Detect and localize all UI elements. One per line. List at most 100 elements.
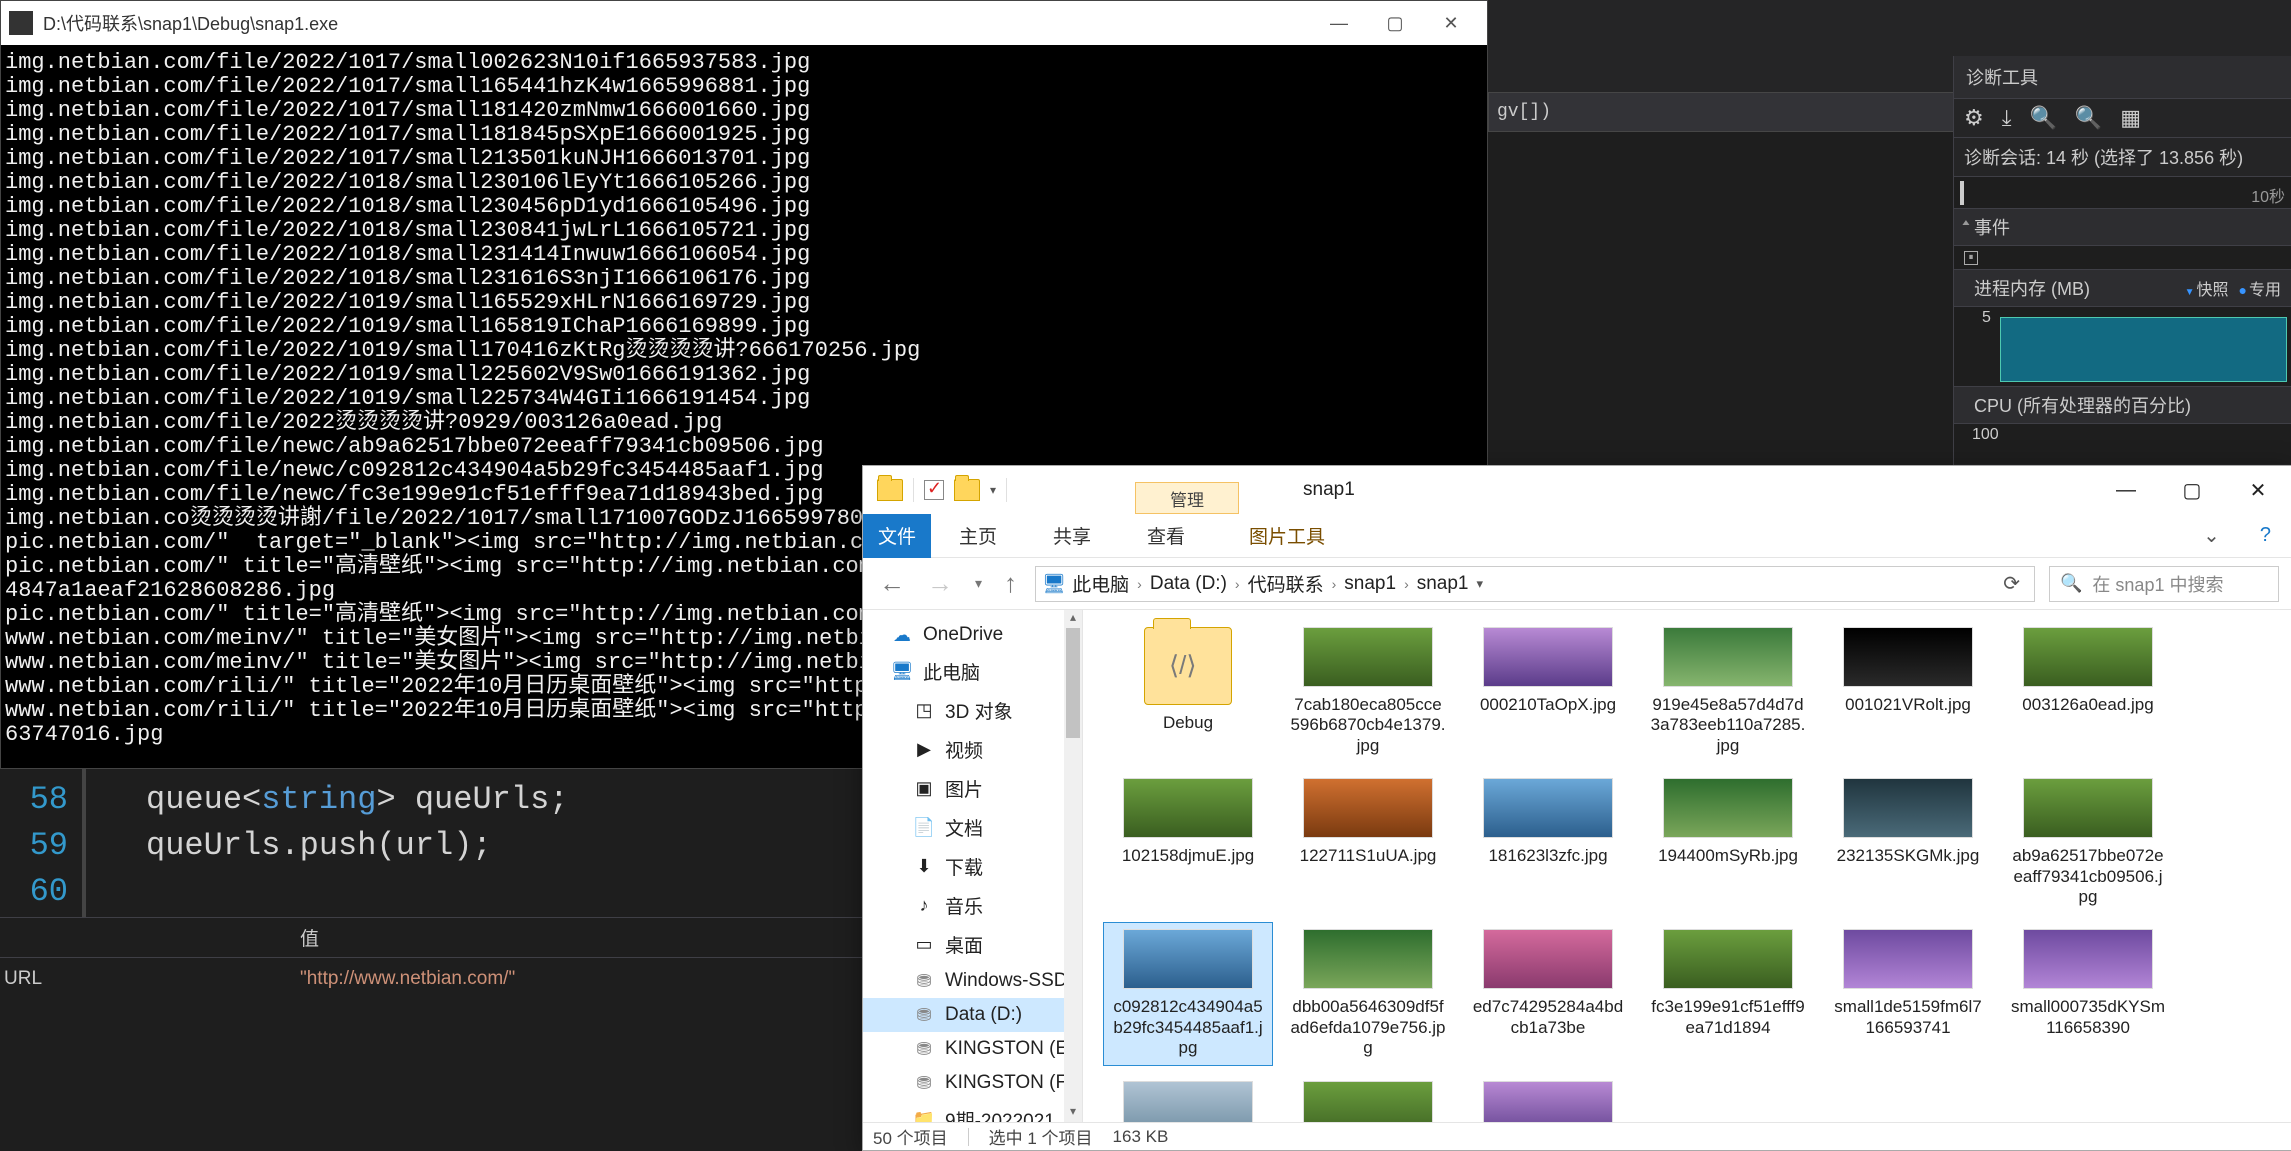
- breadcrumb[interactable]: 🖥 此电脑›Data (D:)›代码联系›snap1›snap1▾⟳: [1035, 566, 2035, 602]
- folder-icon[interactable]: [954, 479, 980, 501]
- file-item[interactable]: small000735dKYSm116658390: [2003, 922, 2173, 1065]
- zoomout-icon[interactable]: 🔍: [2075, 105, 2102, 131]
- search-input[interactable]: 🔍 在 snap1 中搜索: [2049, 566, 2279, 602]
- forward-button[interactable]: →: [923, 568, 957, 599]
- tree-label: 图片: [945, 775, 983, 802]
- file-item[interactable]: 194400mSyRb.jpg: [1643, 771, 1813, 914]
- breadcrumb-segment[interactable]: 代码联系: [1248, 570, 1324, 597]
- file-view[interactable]: Debug 7cab180eca805cce596b6870cb4e1379.jp…: [1083, 610, 2291, 1122]
- thumbnail: [1303, 929, 1433, 989]
- console-titlebar[interactable]: D:\代码联系\snap1\Debug\snap1.exe — ▢ ✕: [1, 1, 1487, 45]
- ribbon-expand-icon[interactable]: ⌄: [2183, 523, 2240, 548]
- thumbnail: [1483, 627, 1613, 687]
- view-tab[interactable]: 查看: [1119, 514, 1213, 558]
- diag-toolbar[interactable]: ⚙ ⤓ 🔍 🔍 ▦: [1954, 99, 2291, 138]
- diag-cpu-graph[interactable]: 100: [1954, 424, 2291, 464]
- file-item[interactable]: dbb00a5646309df5fad6efda1079e756.jpg: [1283, 922, 1453, 1065]
- breadcrumb-segment[interactable]: Data (D:): [1150, 573, 1227, 595]
- tree-node[interactable]: ⛃Windows-SSD (: [863, 964, 1082, 998]
- diag-mem-header[interactable]: 进程内存 (MB) 快照 专用: [1954, 270, 2291, 307]
- thumbnail: [2023, 627, 2153, 687]
- file-item[interactable]: 232135SKGMk.jpg: [1823, 771, 1993, 914]
- tree-node[interactable]: ♪音乐: [863, 886, 1082, 925]
- close-button[interactable]: ✕: [2225, 466, 2291, 514]
- tree-node[interactable]: 📁9期-2022021: [863, 1100, 1082, 1122]
- file-item[interactable]: 102158djmuE.jpg: [1103, 771, 1273, 914]
- close-button[interactable]: ✕: [1423, 3, 1479, 43]
- file-item[interactable]: 001021VRolt.jpg: [1823, 620, 1993, 763]
- file-item[interactable]: small1de5159fm6l7166593741: [1823, 922, 1993, 1065]
- file-item[interactable]: fc3e199e91cf51efff9ea71d1894: [1643, 922, 1813, 1065]
- obj-icon: ◳: [913, 701, 935, 721]
- maximize-button[interactable]: ▢: [1367, 3, 1423, 43]
- breadcrumb-segment[interactable]: snap1: [1417, 573, 1469, 595]
- tree-node[interactable]: ☁OneDrive: [863, 618, 1082, 652]
- file-tab[interactable]: 文件: [863, 514, 931, 558]
- file-name: ed7c74295284a4bdcb1a73be: [1470, 997, 1626, 1038]
- tree-node[interactable]: ⛃KINGSTON (E:): [863, 1032, 1082, 1066]
- file-item[interactable]: c092812c434904a5b29fc3454485aaf1.jpg: [1103, 922, 1273, 1065]
- export-icon[interactable]: ⤓: [2002, 105, 2012, 131]
- share-tab[interactable]: 共享: [1025, 514, 1119, 558]
- ribbon-tabs[interactable]: 文件 主页 共享 查看 图片工具 ⌄ ?: [863, 514, 2291, 558]
- tree-node[interactable]: ⛃KINGSTON (F:): [863, 1066, 1082, 1100]
- line-numbers: 585960: [0, 769, 86, 919]
- file-item[interactable]: 003126a0ead.jpg: [2003, 620, 2173, 763]
- file-item[interactable]: 7cab180eca805cce596b6870cb4e1379.jpg: [1283, 620, 1453, 763]
- checkbox-icon[interactable]: [924, 480, 944, 500]
- pictools-tab[interactable]: 图片工具: [1221, 514, 1353, 558]
- pc-icon: 🖥: [1042, 572, 1066, 596]
- zoomin-icon[interactable]: 🔍: [2029, 105, 2056, 131]
- quick-access-toolbar[interactable]: ▾: [863, 466, 1021, 514]
- ruler-icon[interactable]: ▦: [2120, 105, 2141, 131]
- tree-scrollbar[interactable]: ▴ ▾: [1064, 610, 1082, 1122]
- file-item[interactable]: ed7c74295284a4bdcb1a73be: [1463, 922, 1633, 1065]
- breadcrumb-segment[interactable]: snap1: [1344, 573, 1396, 595]
- diag-cpu-header[interactable]: CPU (所有处理器的百分比): [1954, 387, 2291, 424]
- recent-dropdown-icon[interactable]: ▾: [971, 575, 986, 592]
- maximize-button[interactable]: ▢: [2159, 466, 2225, 514]
- file-item[interactable]: 919e45e8a57d4d7d3a783eeb110a7285.jpg: [1643, 620, 1813, 763]
- file-name: 7cab180eca805cce596b6870cb4e1379.jpg: [1290, 695, 1446, 756]
- tree-node[interactable]: 🖥此电脑: [863, 652, 1082, 691]
- gear-icon[interactable]: ⚙: [1964, 105, 1984, 131]
- file-item[interactable]: small002623N10if1665937583: [1283, 1074, 1453, 1122]
- status-size: 163 KB: [1113, 1127, 1169, 1147]
- diag-events-header[interactable]: 事件: [1954, 209, 2291, 246]
- file-item[interactable]: ab9a62517bbe072eeaff79341cb09506.jpg: [2003, 771, 2173, 914]
- file-item[interactable]: 122711S1uUA.jpg: [1283, 771, 1453, 914]
- back-button[interactable]: ←: [875, 568, 909, 599]
- tree-node[interactable]: ⛃Data (D:): [863, 998, 1082, 1032]
- thumbnail: [2023, 778, 2153, 838]
- thumbnail: [1663, 778, 1793, 838]
- breadcrumb-segment[interactable]: 此电脑: [1072, 570, 1129, 597]
- minimize-button[interactable]: —: [2093, 466, 2159, 514]
- help-icon[interactable]: ?: [2240, 524, 2291, 547]
- desk-icon: ▭: [913, 935, 935, 955]
- qat-dropdown-icon[interactable]: ▾: [990, 483, 996, 497]
- tree-node[interactable]: ◳3D 对象: [863, 691, 1082, 730]
- manage-tab[interactable]: 管理: [1135, 482, 1239, 514]
- diag-timeline[interactable]: 10秒: [1954, 177, 2291, 209]
- tree-node[interactable]: ▭桌面: [863, 925, 1082, 964]
- up-button[interactable]: ↑: [1000, 568, 1021, 599]
- nav-tree[interactable]: ▴ ▾ ☁OneDrive🖥此电脑◳3D 对象▶视频▣图片📄文档⬇下载♪音乐▭桌…: [863, 610, 1083, 1122]
- tree-label: Windows-SSD (: [945, 970, 1079, 992]
- file-item[interactable]: 000210TaOpX.jpg: [1463, 620, 1633, 763]
- folder-icon[interactable]: [877, 479, 903, 501]
- tree-node[interactable]: ▣图片: [863, 769, 1082, 808]
- refresh-button[interactable]: ⟳: [1995, 571, 2028, 596]
- folder-item[interactable]: Debug: [1103, 620, 1273, 763]
- file-item[interactable]: small002431HmSl716557583: [1103, 1074, 1273, 1122]
- diag-mem-graph[interactable]: 5: [1954, 307, 2291, 387]
- file-name: 003126a0ead.jpg: [2022, 695, 2153, 715]
- home-tab[interactable]: 主页: [931, 514, 1025, 558]
- file-item[interactable]: small0032438MpRt166585443: [1463, 1074, 1633, 1122]
- tree-node[interactable]: 📄文档: [863, 808, 1082, 847]
- file-item[interactable]: 181623l3zfc.jpg: [1463, 771, 1633, 914]
- tree-node[interactable]: ⬇下载: [863, 847, 1082, 886]
- minimize-button[interactable]: —: [1311, 3, 1367, 43]
- tree-node[interactable]: ▶视频: [863, 730, 1082, 769]
- tree-label: 文档: [945, 814, 983, 841]
- file-name: 232135SKGMk.jpg: [1837, 846, 1980, 866]
